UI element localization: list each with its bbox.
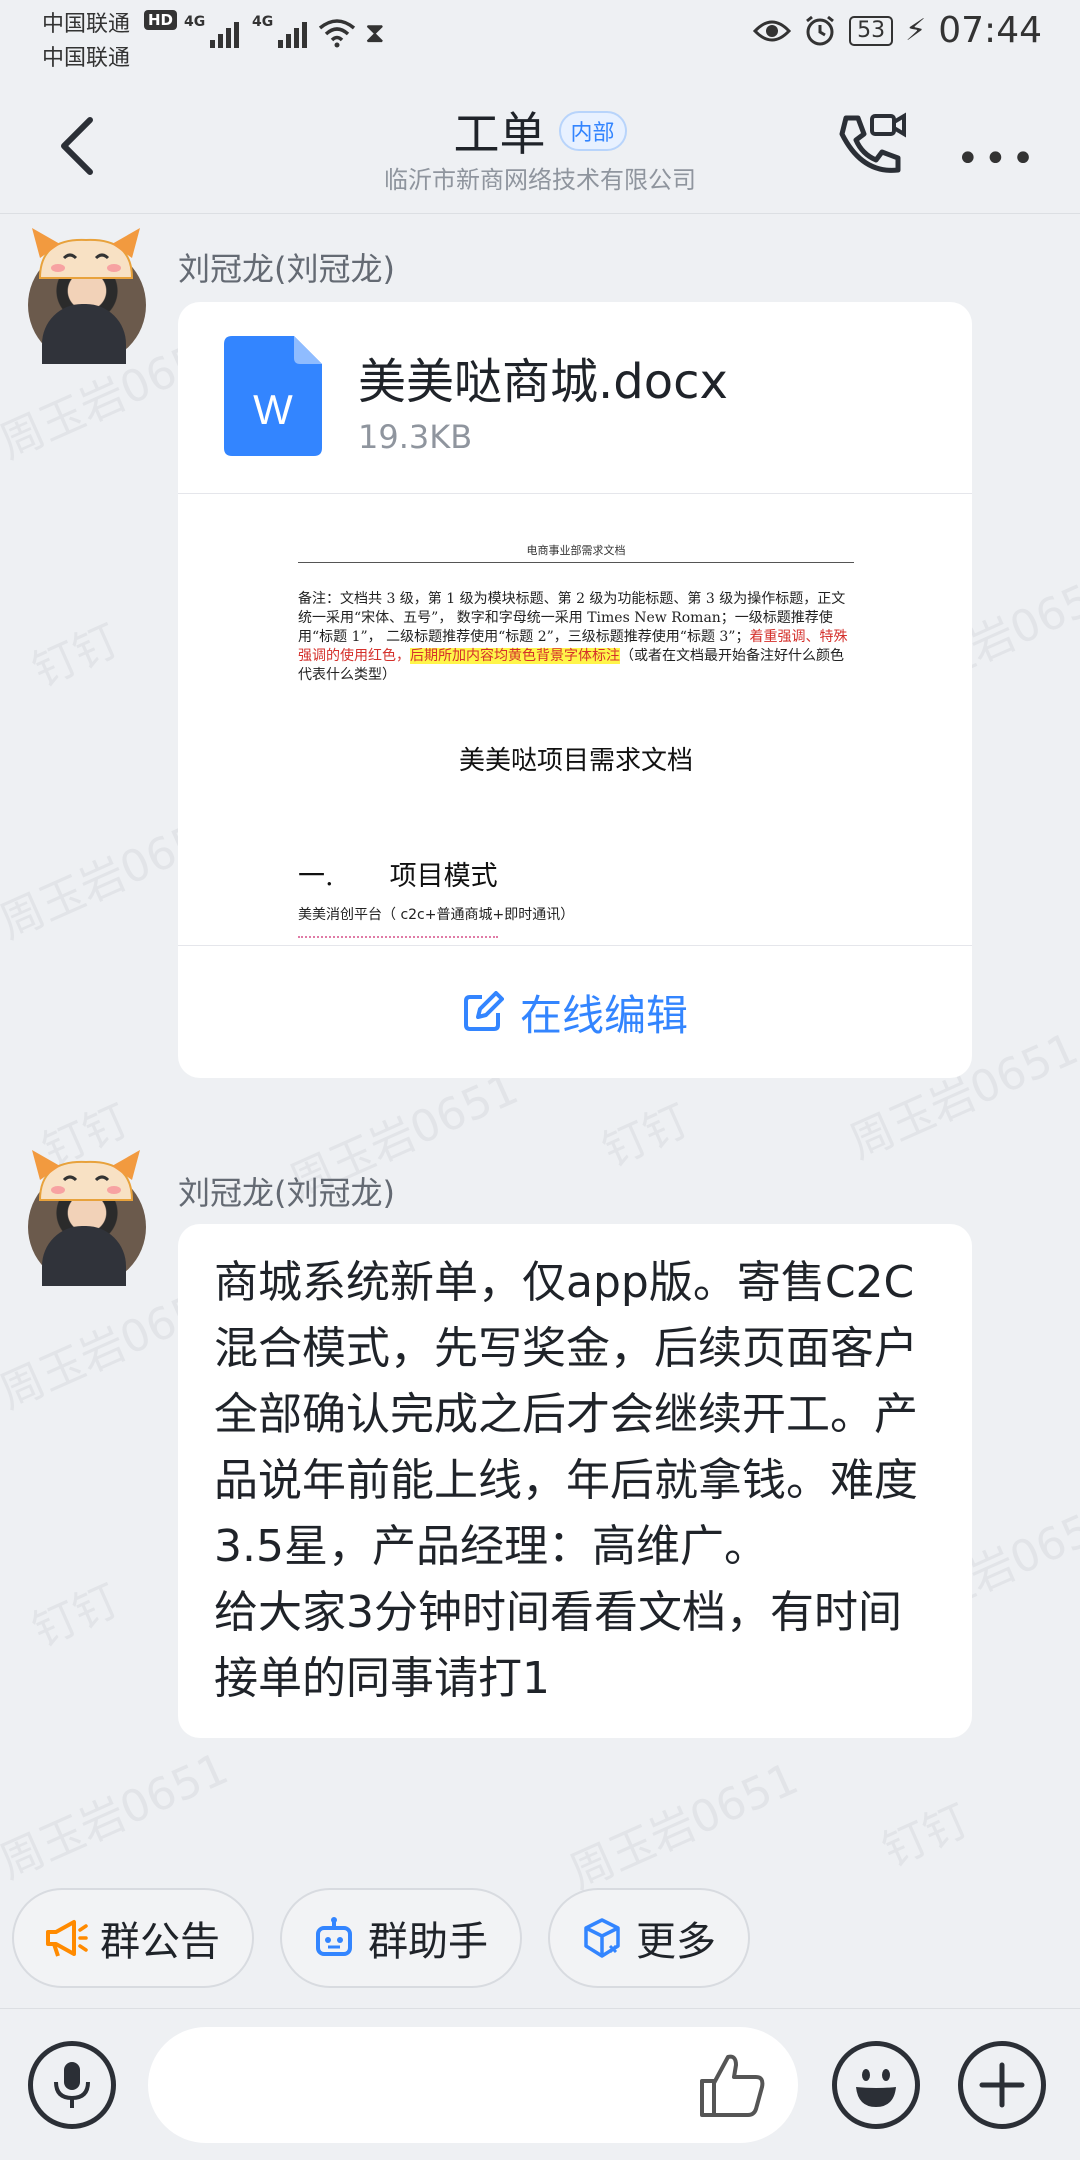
status-bar: 中国联通 中国联通 HD 4G 4G ⧗ 53 ⚡ 07:44 (0, 0, 1080, 71)
watermark: 钉钉 (25, 614, 127, 698)
doc-title: 美美哒项目需求文档 (458, 746, 693, 776)
cat-ears-icon (32, 228, 140, 279)
battery-level: 53 (849, 15, 894, 46)
alarm-icon (806, 15, 835, 45)
message-bubble[interactable]: 商城系统新单，仅app版。寄售C2C混合模式，先写奖金，后续页面客户全部确认完成… (178, 1224, 972, 1738)
message-text-content: 商城系统新单，仅app版。寄售C2C混合模式，先写奖金，后续页面客户全部确认完成… (214, 1257, 918, 1704)
add-attachment-button[interactable] (958, 2041, 1046, 2129)
voice-input-button[interactable] (28, 2041, 116, 2129)
robot-icon (316, 1917, 352, 1956)
chat-header: 工单 内部 临沂市新商网络技术有限公司 ••• (0, 80, 1080, 214)
online-edit-label: 在线编辑 (519, 990, 688, 1040)
emoji-button[interactable] (832, 2041, 920, 2129)
watermark: 周玉岩0651 (562, 1753, 806, 1900)
charging-icon: ⚡ (905, 13, 927, 48)
smiley-icon (856, 2069, 896, 2107)
company-name: 临沂市新商网络技术有限公司 (384, 166, 696, 194)
document-preview[interactable]: 电商事业部需求文档 备注：文档共 3 级，第 1 级为模块标题、第 2 级为功能… (178, 494, 972, 946)
cube-icon (584, 1918, 620, 1958)
watermark: 周玉岩0651 (0, 1743, 236, 1890)
hd-badge: HD (144, 10, 178, 30)
watermark: 钉钉 (875, 1794, 977, 1878)
microphone-icon (54, 2062, 90, 2108)
status-time: 07:44 (938, 10, 1042, 51)
word-doc-icon: W (224, 336, 322, 456)
online-edit-button[interactable]: 在线编辑 (178, 946, 972, 1078)
doc-heading-1: 一. 项目模式 (298, 861, 498, 892)
internal-tag: 内部 (558, 111, 627, 151)
more-options-button[interactable]: ••• (956, 136, 1039, 182)
doc-header: 电商事业部需求文档 (298, 542, 854, 563)
wifi-icon (318, 19, 356, 48)
svg-text:W: W (253, 386, 293, 433)
file-card[interactable]: W 美美哒商城.docx 19.3KB 电商事业部需求文档 备注：文档共 3 级… (178, 302, 972, 1078)
doc-note: 备注：文档共 3 级，第 1 级为模块标题、第 2 级为功能标题、第 3 级为操… (298, 591, 848, 683)
group-assistant-button[interactable]: 群助手 (280, 1888, 522, 1988)
chip-label: 更多 (636, 1919, 716, 1965)
file-header[interactable]: W 美美哒商城.docx 19.3KB (178, 302, 972, 494)
file-name: 美美哒商城.docx (358, 354, 728, 410)
signal-2-icon: 4G (252, 14, 308, 48)
avatar[interactable] (24, 228, 146, 368)
watermark: 钉钉 (25, 1574, 127, 1658)
signal-1-icon: 4G (184, 14, 240, 48)
thumbs-up-button[interactable] (696, 2049, 768, 2121)
carrier-1: 中国联通 (42, 12, 131, 37)
sender-name: 刘冠龙(刘冠龙) (178, 1174, 395, 1212)
sender-name: 刘冠龙(刘冠龙) (178, 250, 395, 288)
carrier-2: 中国联通 (42, 46, 131, 71)
chat-title: 工单 (453, 107, 546, 161)
more-actions-button[interactable]: 更多 (548, 1888, 750, 1988)
edit-icon (463, 991, 504, 1031)
doc-cutoff-line (298, 936, 498, 940)
input-bar (0, 2008, 1080, 2160)
chip-label: 群公告 (100, 1919, 220, 1965)
hourglass-icon: ⧗ (365, 16, 385, 49)
cat-ears-icon (32, 1150, 140, 1201)
file-size: 19.3KB (358, 418, 473, 456)
quick-actions: 群公告 群助手 更多 (0, 1888, 1080, 1992)
doc-body-line: 美美消创平台（ c2c+普通商城+即时通讯） (298, 907, 575, 923)
chip-label: 群助手 (368, 1919, 488, 1965)
avatar[interactable] (24, 1150, 146, 1290)
group-announcement-button[interactable]: 群公告 (12, 1888, 254, 1988)
watermark: 钉钉 (595, 1094, 697, 1178)
megaphone-icon (46, 1920, 88, 1957)
plus-icon (979, 2062, 1025, 2108)
eye-icon (753, 20, 792, 41)
video-call-button[interactable] (832, 110, 912, 180)
